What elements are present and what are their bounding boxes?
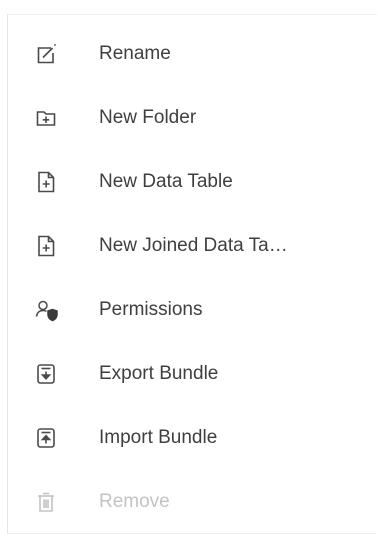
context-menu: Rename New Folder New Data Table New Joi… — [7, 14, 377, 534]
menu-item-import-bundle[interactable]: Import Bundle — [8, 406, 378, 470]
menu-item-remove: Remove — [8, 470, 378, 534]
new-folder-icon — [34, 106, 58, 130]
menu-item-label: Remove — [99, 491, 170, 512]
menu-item-new-folder[interactable]: New Folder — [8, 86, 378, 150]
new-file-icon — [34, 234, 58, 258]
menu-item-label: Export Bundle — [99, 363, 219, 384]
menu-item-label: New Data Table — [99, 171, 233, 192]
menu-item-label: Permissions — [99, 299, 203, 320]
menu-item-permissions[interactable]: Permissions — [8, 278, 378, 342]
rename-icon — [34, 42, 58, 66]
menu-item-rename[interactable]: Rename — [8, 22, 378, 86]
archive-up-icon — [34, 426, 58, 450]
new-file-icon — [34, 170, 58, 194]
menu-item-export-bundle[interactable]: Export Bundle — [8, 342, 378, 406]
menu-item-label: Import Bundle — [99, 427, 218, 448]
menu-item-new-data-table[interactable]: New Data Table — [8, 150, 378, 214]
menu-item-new-joined-data-table[interactable]: New Joined Data Ta… — [8, 214, 378, 278]
menu-item-label: New Joined Data Ta… — [99, 235, 288, 256]
menu-item-label: Rename — [99, 43, 171, 64]
menu-item-label: New Folder — [99, 107, 197, 128]
archive-down-icon — [34, 362, 58, 386]
trash-icon — [34, 490, 58, 514]
user-shield-icon — [34, 298, 58, 322]
